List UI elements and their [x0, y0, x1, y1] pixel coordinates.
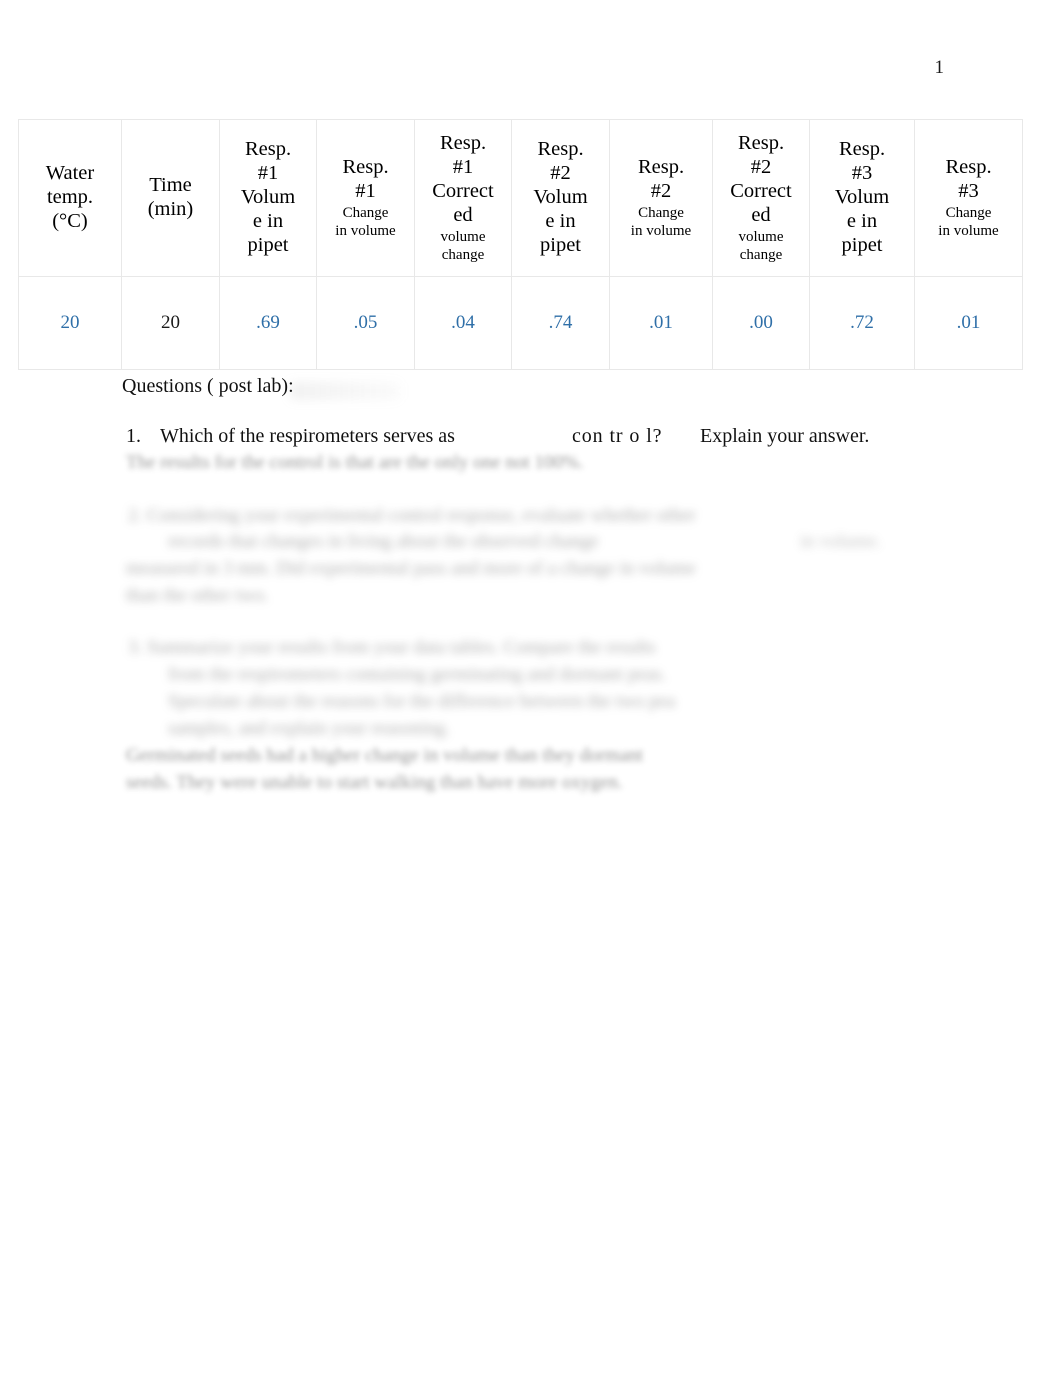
column-header-line: e in [252, 209, 284, 232]
table-cell-resp1-volume-in-pipet[interactable]: .69 [219, 276, 317, 370]
column-header-resp1-corrected-volume-change: Resp. #1 Correct ed volume change [414, 119, 512, 277]
column-header-line: ed [453, 203, 473, 226]
respirometer-data-table: Water temp. (°C) Time (min) Resp. #1 Volum e in p… [18, 119, 1023, 370]
question-2-line-2-blurred: records that changes in living about the… [168, 531, 599, 552]
column-header-line: #2 [550, 162, 571, 185]
column-header-resp1-change-in-volume: Resp. #1 Change in volume [316, 119, 415, 277]
column-header-line: ed [751, 203, 771, 226]
column-header-line: e in [545, 209, 576, 232]
column-header-line: Volum [240, 186, 296, 208]
column-header-line: Volum [834, 186, 890, 208]
table-header: Water temp. (°C) Time (min) Resp. #1 Volum e in p… [18, 119, 1023, 277]
table-body: 20 20.69.05.04.74.01.00.72.01 [18, 276, 1023, 370]
column-header-water-temp: Water temp. (°C) [18, 119, 122, 277]
column-header-line: Resp. [342, 156, 389, 179]
question-3-line-1-blurred: 3. Summarize your results from your data… [128, 637, 656, 658]
question-1-number: 1. [126, 425, 141, 447]
column-header-line: Resp. [637, 156, 685, 179]
question-3-answer-line-1-blurred: Germinated seeds had a higher change in … [126, 745, 644, 766]
document-page: 1 Water temp. (°C) Time (min) Resp. #1 Volum e i… [0, 0, 1062, 1376]
column-header-subline: change [441, 246, 485, 263]
table-cell-time-min[interactable]: 20 [121, 276, 220, 370]
column-header-line: Resp. [537, 138, 584, 161]
question-3-line-3-blurred: Speculate about the reasons for the diff… [168, 691, 676, 712]
column-header-line: #1 [257, 162, 279, 185]
column-header-resp3-volume-in-pipet: Resp. #3 Volum e in pipet [809, 119, 915, 277]
table-cell-resp2-change-in-volume[interactable]: .01 [609, 276, 713, 370]
column-header-subline: change [739, 246, 783, 263]
question-1-text-after-blank: Explain your answer. [700, 425, 870, 447]
table-cell-resp2-corrected-volume-change[interactable]: .00 [712, 276, 810, 370]
column-header-line: (°C) [52, 209, 88, 232]
column-header-resp2-corrected-volume-change: Resp. #2 Correct ed volume change [712, 119, 810, 277]
page-number: 1 [934, 57, 945, 78]
question-3-line-2-blurred: from the respirometers containing germin… [168, 664, 667, 685]
question-3-line-4-blurred: samples, and explain your reasoning. [168, 718, 450, 739]
column-header-subline: volume [440, 228, 486, 245]
column-header-resp3-change-in-volume: Resp. #3 Change in volume [914, 119, 1023, 277]
column-header-line: #1 [355, 180, 376, 202]
column-header-subline: Change [342, 204, 389, 221]
question-3-answer-line-2-blurred: seeds. They were unable to start walking… [126, 772, 623, 793]
table-header-row: Water temp. (°C) Time (min) Resp. #1 Volum e in p… [18, 119, 1023, 277]
column-header-line: e in [846, 209, 878, 232]
column-header-line: Resp. [945, 156, 992, 179]
question-2-line-2b-blurred: in volume. [800, 531, 882, 552]
column-header-line: #3 [851, 162, 873, 185]
question-2-line-3-blurred: measured in 3 mm. Did experimental pass … [126, 558, 696, 579]
table-cell-resp1-change-in-volume[interactable]: .05 [316, 276, 415, 370]
column-header-line: #1 [452, 156, 474, 179]
column-header-line: Correct [730, 180, 792, 202]
column-header-line: Resp. [737, 132, 785, 155]
table-row: 20 20.69.05.04.74.01.00.72.01 [18, 276, 1023, 370]
column-header-line: pipet [841, 233, 883, 256]
table-cell-water-temp[interactable]: 20 [18, 276, 122, 370]
question-1-answer-blurred: The results for the control is that are … [126, 452, 584, 473]
column-header-line: #3 [958, 180, 979, 202]
column-header-line: pipet [540, 233, 581, 256]
column-header-resp1-volume-in-pipet: Resp. #1 Volum e in pipet [219, 119, 317, 277]
question-1-text-before-blank: Which of the respirometers serves as [160, 425, 455, 447]
questions-heading: Questions ( post lab): [122, 375, 294, 397]
column-header-line: Resp. [439, 132, 487, 155]
column-header-subline: in volume [630, 222, 692, 239]
column-header-resp2-volume-in-pipet: Resp. #2 Volum e in pipet [511, 119, 610, 277]
respirometer-data-table-container: Water temp. (°C) Time (min) Resp. #1 Volum e in p… [18, 119, 1023, 370]
column-header-line: Resp. [838, 138, 886, 161]
column-header-line: (min) [147, 198, 194, 220]
question-2-line-4-blurred: than the other two. [126, 585, 269, 606]
column-header-line: temp. [46, 186, 94, 208]
table-cell-resp3-change-in-volume[interactable]: .01 [914, 276, 1023, 370]
table-cell-resp2-volume-in-pipet[interactable]: .74 [511, 276, 610, 370]
question-2-line-1-blurred: 2. Considering your experimental control… [128, 505, 696, 526]
column-header-line: Water [45, 162, 95, 185]
column-header-time-min: Time (min) [121, 119, 220, 277]
column-header-subline: in volume [938, 222, 999, 239]
column-header-line: Resp. [244, 138, 292, 161]
redacted-smudge [290, 382, 400, 400]
question-1-blank-answer-word: con tr o l? [572, 425, 663, 447]
column-header-line: Time [149, 174, 192, 197]
table-cell-resp1-corrected-volume-change[interactable]: .04 [414, 276, 512, 370]
column-header-line: #2 [650, 180, 672, 202]
table-cell-resp3-volume-in-pipet[interactable]: .72 [809, 276, 915, 370]
column-header-subline: Change [945, 204, 992, 221]
column-header-line: Correct [432, 180, 494, 202]
column-header-subline: Change [638, 204, 684, 221]
column-header-line: pipet [247, 233, 289, 256]
column-header-resp2-change-in-volume: Resp. #2 Change in volume [609, 119, 713, 277]
column-header-subline: volume [738, 228, 784, 245]
column-header-subline: in volume [335, 222, 396, 239]
column-header-line: #2 [750, 156, 772, 179]
column-header-line: Volum [533, 186, 588, 208]
